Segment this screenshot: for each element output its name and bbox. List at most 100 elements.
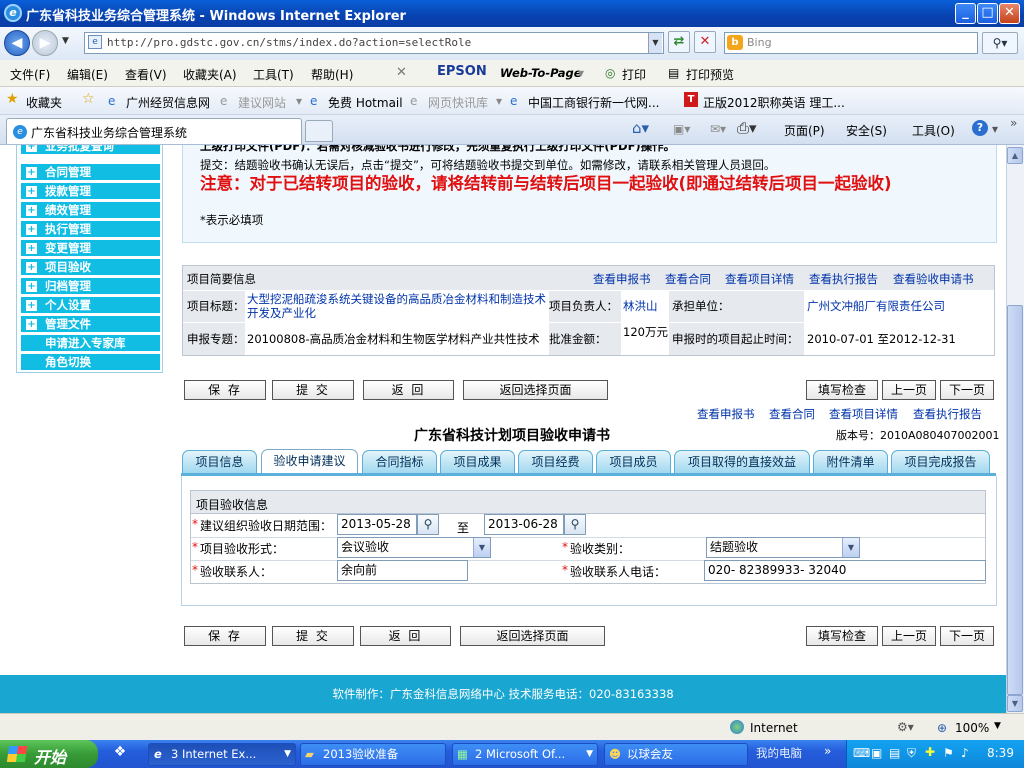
scroll-up-icon[interactable]: ▲ (1007, 147, 1023, 164)
minimize-button[interactable]: _ (955, 3, 976, 24)
favorite-link[interactable]: 网页快讯库 (428, 94, 488, 111)
volume-icon[interactable]: ♪ (961, 746, 969, 760)
sidebar-item-files[interactable]: + 管理文件 (21, 316, 160, 333)
back-arrow-icon[interactable]: ◀ (4, 30, 30, 56)
tab-project-info[interactable]: 项目信息 (182, 450, 257, 474)
forward-arrow-icon[interactable]: ▶ (32, 30, 58, 56)
view-application-link[interactable]: 查看申报书 (697, 407, 755, 421)
sidebar-item-expert[interactable]: 申请进入专家库 (21, 335, 160, 352)
tab-acceptance-suggestion[interactable]: 验收申请建议 (261, 449, 358, 475)
tools-menu[interactable]: 工具(O) (912, 122, 955, 139)
favorite-link[interactable]: 中国工商银行新一代网... (528, 94, 659, 111)
print-preview-button[interactable]: 打印预览 (686, 66, 734, 83)
tab-contract-indicators[interactable]: 合同指标 (362, 450, 437, 474)
keyboard-icon[interactable]: ⌨ (853, 746, 870, 760)
next-page-button[interactable]: 下一页 (940, 380, 994, 400)
tab-project-results[interactable]: 项目成果 (440, 450, 515, 474)
scrollbar-thumb[interactable] (1007, 305, 1023, 695)
back-to-select-button[interactable]: 返回选择页面 (460, 626, 605, 646)
print-icon[interactable]: ⎙▾ (737, 119, 757, 137)
sidebar-item-performance[interactable]: + 绩效管理 (21, 202, 160, 219)
fill-check-button[interactable]: 填写检查 (806, 380, 878, 400)
prev-page-button[interactable]: 上一页 (882, 626, 936, 646)
menu-file[interactable]: 文件(F) (10, 66, 50, 83)
dropdown-icon[interactable]: ▾ (296, 94, 302, 108)
taskbar-item-folder[interactable]: ▰ 2013验收准备 (300, 743, 446, 766)
view-contract-link[interactable]: 查看合同 (769, 407, 815, 421)
taskbar-item-office[interactable]: ▦ 2 Microsoft Of... ▼ (452, 743, 598, 766)
back-button[interactable]: 返 回 (360, 626, 451, 646)
date-to-input[interactable]: 2013-06-28 (484, 514, 564, 535)
view-contract-link[interactable]: 查看合同 (665, 272, 711, 286)
save-button[interactable]: 保 存 (184, 626, 266, 646)
tab-project-funding[interactable]: 项目经费 (518, 450, 593, 474)
address-input[interactable]: http://pro.gdstc.gov.cn/stms/index.do?ac… (84, 32, 664, 54)
sidebar-item-acceptance[interactable]: + 项目验收 (21, 259, 160, 276)
sidebar-item-funding[interactable]: + 拨款管理 (21, 183, 160, 200)
sidebar-item-execution[interactable]: + 执行管理 (21, 221, 160, 238)
view-execution-report-link[interactable]: 查看执行报告 (913, 407, 982, 421)
view-acceptance-application-link[interactable]: 查看验收申请书 (893, 272, 974, 286)
tab-attachments[interactable]: 附件清单 (813, 450, 888, 474)
home-icon[interactable]: ⌂▾ (632, 119, 649, 137)
acceptance-form-select[interactable]: 会议验收 ▼ (337, 537, 491, 558)
back-to-select-button[interactable]: 返回选择页面 (463, 380, 608, 400)
mail-icon[interactable]: ✉▾ (710, 122, 726, 136)
dropdown-icon[interactable]: ▾ (496, 94, 502, 108)
monitor-icon[interactable]: ▤ (889, 746, 900, 760)
view-project-detail-link[interactable]: 查看项目详情 (829, 407, 898, 421)
view-execution-report-link[interactable]: 查看执行报告 (809, 272, 878, 286)
menu-help[interactable]: 帮助(H) (311, 66, 353, 83)
project-title-value[interactable]: 大型挖泥船疏浚系统关键设备的高品质冶金材料和制造技术开发及产业化 (247, 292, 549, 322)
tab-completion-report[interactable]: 项目完成报告 (891, 450, 990, 474)
fill-check-button[interactable]: 填写检查 (806, 626, 878, 646)
tab-project-members[interactable]: 项目成员 (596, 450, 671, 474)
refresh-icon[interactable]: ⇄ (668, 31, 690, 53)
menu-favorites[interactable]: 收藏夹(A) (183, 66, 237, 83)
acceptance-type-select[interactable]: 结题验收 ▼ (706, 537, 860, 558)
add-favorite-icon[interactable]: ☆ (82, 91, 95, 107)
maximize-button[interactable]: □ (977, 3, 998, 24)
add-icon[interactable]: ✚ (925, 745, 935, 759)
view-project-detail-link[interactable]: 查看项目详情 (725, 272, 794, 286)
help-icon[interactable]: ? (972, 120, 988, 136)
unit-value[interactable]: 广州文冲船厂有限责任公司 (807, 299, 945, 313)
clock[interactable]: 8:39 (987, 746, 1014, 760)
quicklaunch-icon[interactable]: ❖ (108, 744, 132, 764)
browser-tab[interactable]: e 广东省科技业务综合管理系统 (6, 118, 302, 144)
submit-button[interactable]: 提 交 (272, 626, 354, 646)
favorite-link[interactable]: 建议网站 (238, 94, 286, 111)
date-to-picker-icon[interactable]: ⚲ (564, 514, 586, 535)
favorites-button[interactable]: 收藏夹 (26, 94, 62, 111)
phone-input[interactable]: 020- 82389933- 32040 (704, 560, 986, 581)
sidebar-item-personal[interactable]: + 个人设置 (21, 297, 160, 314)
sidebar-item-change[interactable]: + 变更管理 (21, 240, 160, 257)
close-button[interactable]: ✕ (999, 3, 1020, 24)
network-icon[interactable]: ⚑ (943, 746, 954, 760)
new-tab-button[interactable] (305, 120, 333, 142)
epson-print-button[interactable]: 打印 (622, 66, 646, 83)
scroll-down-icon[interactable]: ▼ (1007, 695, 1023, 712)
safety-menu[interactable]: 安全(S) (846, 122, 887, 139)
next-page-button[interactable]: 下一页 (940, 626, 994, 646)
date-from-picker-icon[interactable]: ⚲ (417, 514, 439, 535)
address-dropdown-icon[interactable]: ▼ (648, 33, 662, 53)
chevron-more-icon[interactable]: » (1010, 116, 1017, 130)
sidebar-item-switch-role[interactable]: 角色切换 (21, 354, 160, 371)
shield-icon[interactable]: ⛨ (907, 746, 916, 761)
start-button[interactable]: 开始 (0, 740, 98, 768)
taskbar-item-ie[interactable]: e 3 Internet Ex... ▼ (148, 743, 296, 766)
protected-mode-icon[interactable]: ⚙▾ (897, 720, 914, 734)
feeds-icon[interactable]: ▣▾ (673, 122, 690, 136)
dropdown-icon[interactable]: ▾ (578, 66, 584, 80)
prev-page-button[interactable]: 上一页 (882, 380, 936, 400)
search-input[interactable]: Bing (724, 32, 978, 54)
favorite-link[interactable]: 广州经贸信息网 (126, 94, 210, 111)
favorite-link[interactable]: 免费 Hotmail (328, 94, 403, 111)
view-application-link[interactable]: 查看申报书 (593, 272, 651, 286)
menu-edit[interactable]: 编辑(E) (67, 66, 108, 83)
history-dropdown-icon[interactable]: ▼ (62, 36, 69, 46)
page-menu[interactable]: 页面(P) (784, 122, 825, 139)
menu-view[interactable]: 查看(V) (125, 66, 167, 83)
stop-icon[interactable]: ✕ (694, 31, 716, 53)
